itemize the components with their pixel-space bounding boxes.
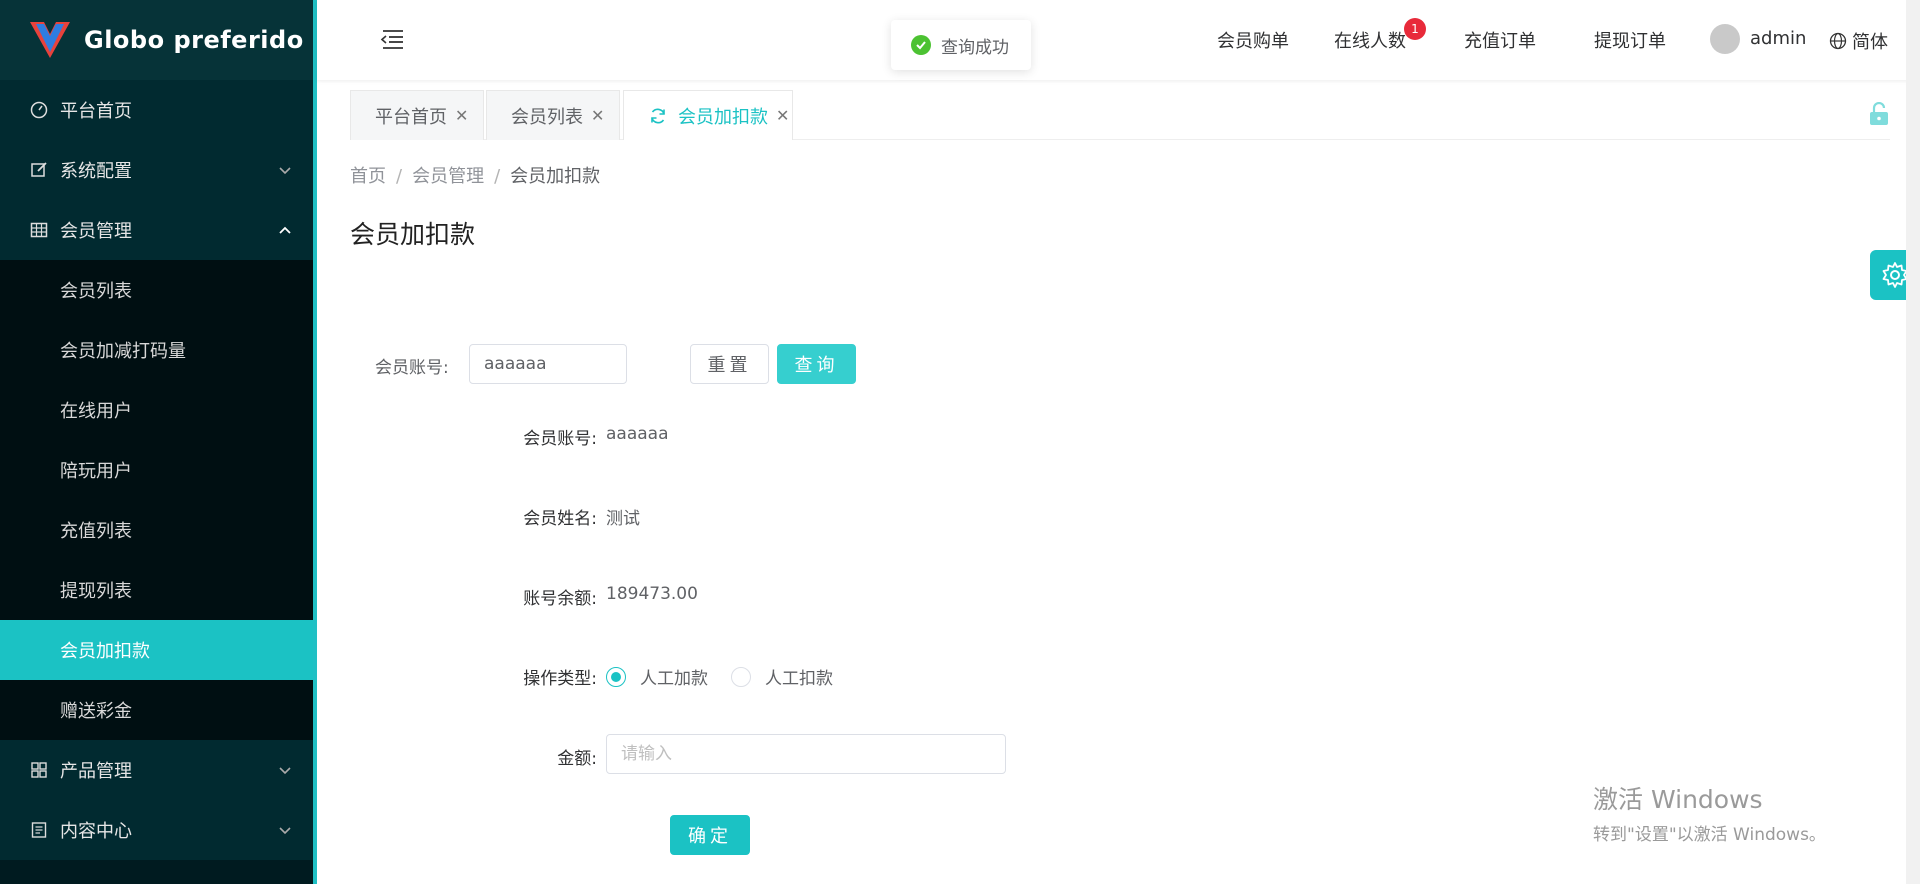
- name-label: 会员姓名:: [523, 509, 597, 529]
- refresh-icon: [651, 108, 665, 123]
- radio-manual-credit[interactable]: 人工加款: [606, 664, 708, 689]
- language-label: 简体: [1852, 32, 1888, 53]
- page-scrollbar[interactable]: [1906, 0, 1920, 884]
- sidebar-item-dashboard[interactable]: 平台首页: [0, 80, 317, 140]
- sidebar-subitem-companion-users[interactable]: 陪玩用户: [0, 440, 317, 500]
- sidebar-item-product-management[interactable]: 产品管理: [0, 740, 317, 800]
- amount-input[interactable]: [606, 734, 1006, 774]
- language-switcher[interactable]: 简体: [1829, 28, 1888, 54]
- top-header: 查询成功 会员购单 在线人数 1 充值订单 提现订单 admin 简体: [317, 0, 1920, 80]
- reset-button[interactable]: 重置: [690, 344, 769, 384]
- breadcrumb-current: 会员加扣款: [510, 166, 601, 187]
- chevron-down-icon: [279, 167, 291, 175]
- tab-label: 会员加扣款: [678, 106, 768, 128]
- document-icon: [30, 821, 48, 839]
- sidebar-item-content-center[interactable]: 内容中心: [0, 800, 317, 860]
- sidebar-item-member-management[interactable]: 会员管理: [0, 200, 317, 260]
- logo-icon: [30, 22, 70, 58]
- search-account-input[interactable]: [469, 344, 627, 384]
- chevron-up-icon: [279, 226, 291, 234]
- sidebar-item-label: 陪玩用户: [60, 461, 132, 482]
- amount-label: 金额:: [557, 749, 597, 769]
- sidebar-item-label: 赠送彩金: [60, 701, 132, 722]
- search-account-label: 会员账号:: [375, 358, 449, 378]
- account-value: aaaaaa: [606, 424, 669, 444]
- radio-label: 人工扣款: [765, 669, 833, 689]
- nav-member-orders[interactable]: 会员购单: [1217, 27, 1289, 53]
- sidebar-subitem-member-list[interactable]: 会员列表: [0, 260, 317, 320]
- dashboard-icon: [30, 101, 48, 119]
- success-toast: 查询成功: [891, 20, 1031, 70]
- tab-bar: 平台首页 ✕ 会员列表 ✕ 会员加扣款 ✕: [350, 90, 1890, 140]
- watermark-subtitle: 转到"设置"以激活 Windows。: [1593, 825, 1826, 845]
- sidebar-item-label: 在线用户: [60, 401, 132, 422]
- radio-dot: [731, 666, 751, 687]
- nav-online-count-label: 在线人数: [1334, 31, 1406, 52]
- tab-label: 平台首页: [375, 106, 447, 128]
- nav-recharge-orders[interactable]: 充值订单: [1464, 27, 1536, 53]
- username[interactable]: admin: [1750, 28, 1806, 49]
- page-title: 会员加扣款: [350, 220, 476, 249]
- sidebar-item-label: 会员加减打码量: [60, 341, 186, 362]
- nav-online-count[interactable]: 在线人数 1: [1334, 18, 1426, 53]
- query-button[interactable]: 查询: [777, 344, 856, 384]
- toast-message: 查询成功: [941, 37, 1009, 58]
- globe-icon: [1829, 32, 1847, 50]
- breadcrumb: 首页 / 会员管理 / 会员加扣款: [350, 162, 600, 188]
- name-value: 测试: [606, 509, 640, 529]
- sidebar-item-label: 产品管理: [60, 761, 132, 782]
- close-icon[interactable]: ✕: [591, 106, 604, 125]
- online-count-badge: 1: [1404, 18, 1426, 40]
- sidebar: Globo preferido 平台首页 系统配置 会员管理 会员列表 会员加减…: [0, 0, 317, 884]
- menu-fold-icon[interactable]: [379, 27, 405, 51]
- sidebar-item-label: 提现列表: [60, 581, 132, 602]
- chevron-down-icon: [279, 827, 291, 835]
- grid-icon: [30, 221, 48, 239]
- check-circle-icon: [911, 35, 931, 55]
- sidebar-subitem-bet-volume[interactable]: 会员加减打码量: [0, 320, 317, 380]
- account-label: 会员账号:: [523, 429, 597, 449]
- windows-activation-watermark: 激活 Windows 转到"设置"以激活 Windows。: [1593, 780, 1826, 845]
- tab-balance-adjust[interactable]: 会员加扣款 ✕: [623, 90, 793, 140]
- watermark-title: 激活 Windows: [1593, 785, 1763, 814]
- apps-icon: [30, 761, 48, 779]
- logo[interactable]: Globo preferido: [0, 0, 317, 80]
- sidebar-item-label: 会员列表: [60, 281, 132, 302]
- lock-icon[interactable]: [1868, 102, 1890, 126]
- radio-label: 人工加款: [640, 669, 708, 689]
- balance-value: 189473.00: [606, 584, 698, 604]
- tab-dashboard[interactable]: 平台首页 ✕: [350, 90, 484, 140]
- breadcrumb-separator: /: [494, 166, 501, 187]
- sidebar-item-label: 系统配置: [60, 161, 132, 182]
- sidebar-subitem-balance-adjust[interactable]: 会员加扣款: [0, 620, 317, 680]
- close-icon[interactable]: ✕: [455, 106, 468, 125]
- chevron-down-icon: [279, 767, 291, 775]
- radio-dot: [606, 666, 626, 687]
- sidebar-subitem-bonus[interactable]: 赠送彩金: [0, 680, 317, 740]
- gear-icon: [1882, 262, 1908, 288]
- nav-withdraw-orders[interactable]: 提现订单: [1594, 27, 1666, 53]
- logo-text: Globo preferido: [84, 26, 304, 54]
- breadcrumb-section[interactable]: 会员管理: [412, 166, 484, 187]
- operation-type-label: 操作类型:: [523, 669, 597, 689]
- tab-member-list[interactable]: 会员列表 ✕: [486, 90, 620, 140]
- breadcrumb-separator: /: [396, 166, 403, 187]
- breadcrumb-home[interactable]: 首页: [350, 166, 386, 187]
- radio-manual-debit[interactable]: 人工扣款: [731, 664, 833, 689]
- sidebar-item-label: 会员加扣款: [60, 641, 150, 662]
- avatar[interactable]: [1710, 24, 1740, 54]
- sidebar-item-label: 内容中心: [60, 821, 132, 842]
- edit-icon: [30, 161, 48, 179]
- sidebar-item-label: 充值列表: [60, 521, 132, 542]
- confirm-button[interactable]: 确定: [670, 815, 750, 855]
- sidebar-item-system-config[interactable]: 系统配置: [0, 140, 317, 200]
- sidebar-subitem-withdraw-list[interactable]: 提现列表: [0, 560, 317, 620]
- tab-label: 会员列表: [511, 106, 583, 128]
- close-icon[interactable]: ✕: [776, 106, 789, 125]
- sidebar-item-label: 平台首页: [60, 101, 132, 122]
- sidebar-subitem-recharge-list[interactable]: 充值列表: [0, 500, 317, 560]
- balance-label: 账号余额:: [523, 589, 597, 609]
- sidebar-item-label: 会员管理: [60, 221, 132, 242]
- sidebar-subitem-online-users[interactable]: 在线用户: [0, 380, 317, 440]
